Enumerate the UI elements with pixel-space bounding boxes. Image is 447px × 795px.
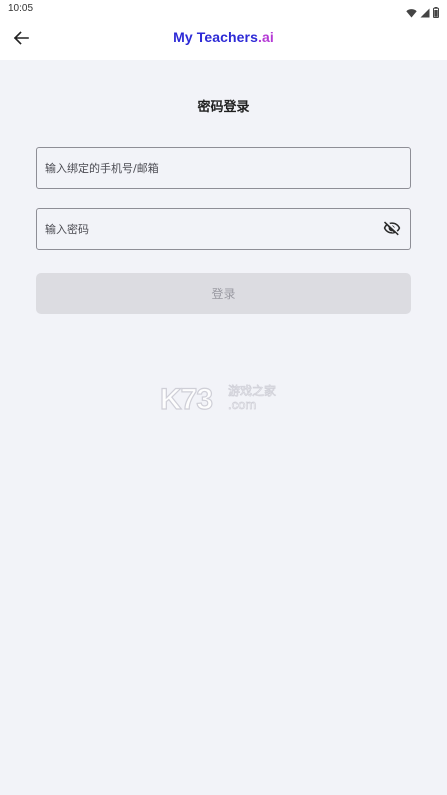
watermark-brand: K73 — [160, 383, 212, 414]
watermark-domain: .com — [228, 397, 256, 412]
status-time: 10:05 — [8, 3, 34, 14]
app-logo: My Teachers.ai — [0, 29, 447, 45]
password-field[interactable] — [36, 208, 411, 250]
k73-watermark: K73 游戏之家 .com — [159, 380, 290, 416]
login-screen: 10:05 My Teachers.ai 密码登录 输入绑定的手机号/邮箱 登录… — [0, 0, 447, 795]
logo-text-teachers: Teachers — [196, 29, 258, 45]
logo-text-my: My — [173, 29, 197, 45]
page-title: 密码登录 — [197, 100, 250, 115]
status-bar: 10:05 — [0, 0, 447, 20]
phone-email-field[interactable] — [36, 147, 411, 189]
watermark-cn-text: 游戏之家 — [228, 383, 276, 398]
eye-off-icon — [383, 219, 401, 241]
password-visibility-toggle[interactable] — [382, 220, 402, 240]
phone-email-input[interactable] — [37, 148, 410, 188]
app-bar: My Teachers.ai — [0, 20, 447, 60]
password-input[interactable] — [37, 209, 410, 249]
logo-text-ai: .ai — [258, 29, 274, 45]
login-button[interactable]: 登录 — [36, 273, 411, 314]
